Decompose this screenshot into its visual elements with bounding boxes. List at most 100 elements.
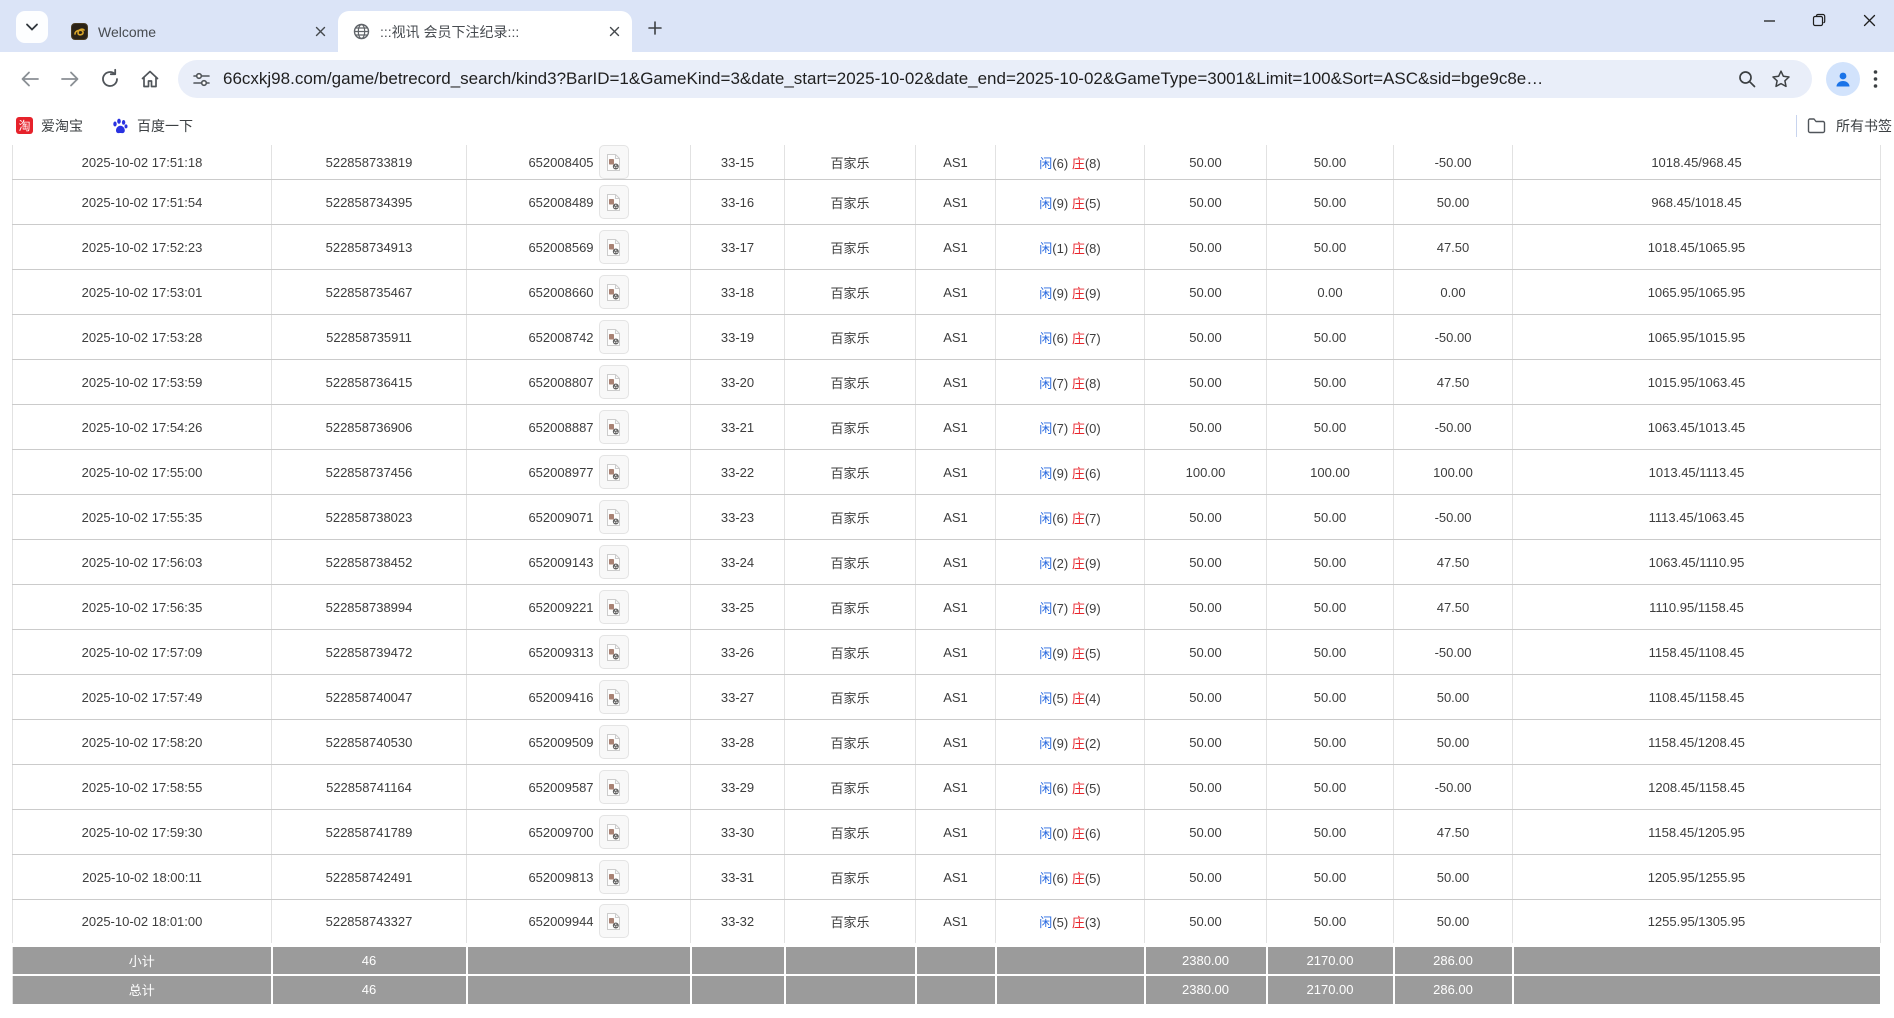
replay-video-button[interactable] — [598, 455, 629, 489]
cell-balance: 1158.45/1108.45 — [1512, 629, 1881, 675]
replay-video-button[interactable] — [598, 860, 629, 894]
cell-valid-amount: 50.00 — [1266, 719, 1394, 765]
cell-account: AS1 — [915, 719, 996, 765]
round-number: 652009944 — [528, 913, 594, 929]
cell-valid-amount: 50.00 — [1266, 179, 1394, 225]
cell-bet-amount[interactable]: 50.00 — [1144, 764, 1267, 810]
replay-video-button[interactable] — [598, 725, 629, 759]
banker-label: 庄 — [1071, 195, 1085, 211]
back-button[interactable] — [10, 59, 50, 99]
banker-points: (8) — [1084, 240, 1101, 256]
cell-account: AS1 — [915, 145, 996, 180]
address-bar[interactable]: 66cxkj98.com/game/betrecord_search/kind3… — [178, 60, 1812, 98]
cell-bet-amount[interactable]: 50.00 — [1144, 404, 1267, 450]
summary-valid-total: 2170.00 — [1265, 973, 1395, 1006]
cell-bet-amount[interactable]: 50.00 — [1144, 584, 1267, 630]
replay-video-button[interactable] — [598, 770, 629, 804]
replay-video-button[interactable] — [598, 230, 629, 264]
bookmark-aitaobao[interactable]: 淘 爱淘宝 — [16, 116, 83, 136]
bookmark-baidu[interactable]: 百度一下 — [111, 116, 193, 136]
replay-video-button[interactable] — [598, 545, 629, 579]
profile-avatar[interactable] — [1826, 62, 1860, 96]
cell-bet-id: 522858741164 — [271, 764, 467, 810]
cell-table-no: 33-25 — [690, 584, 785, 630]
chevron-down-icon — [26, 23, 38, 31]
cell-time: 2025-10-02 17:58:20 — [12, 719, 272, 765]
zoom-page-button[interactable] — [1730, 62, 1764, 96]
url-text[interactable]: 66cxkj98.com/game/betrecord_search/kind3… — [223, 69, 1730, 89]
banker-points: (9) — [1084, 555, 1101, 571]
bookmark-star-button[interactable] — [1764, 62, 1798, 96]
cell-bet-amount[interactable]: 50.00 — [1144, 494, 1267, 540]
cell-bet-amount[interactable]: 50.00 — [1144, 224, 1267, 270]
replay-video-button[interactable] — [598, 185, 629, 219]
cell-bet-amount[interactable]: 50.00 — [1144, 539, 1267, 585]
tab-bet-records[interactable]: :::视讯 会员下注纪录::: — [338, 11, 632, 52]
forward-button[interactable] — [50, 59, 90, 99]
cell-bet-amount[interactable]: 50.00 — [1144, 179, 1267, 225]
close-window-button[interactable] — [1844, 0, 1894, 40]
replay-video-button[interactable] — [598, 904, 629, 939]
cell-bet-amount[interactable]: 50.00 — [1144, 269, 1267, 315]
round-number: 652008569 — [528, 239, 594, 255]
replay-video-button[interactable] — [598, 680, 629, 714]
player-points: (7) — [1052, 375, 1069, 391]
cell-account: AS1 — [915, 314, 996, 360]
cell-game: 百家乐 — [784, 494, 916, 540]
plus-icon — [648, 21, 662, 35]
cell-bet-amount[interactable]: 50.00 — [1144, 145, 1267, 180]
cell-table-no: 33-27 — [690, 674, 785, 720]
cell-table-no: 33-29 — [690, 764, 785, 810]
replay-video-button[interactable] — [598, 275, 629, 309]
player-points: (9) — [1052, 285, 1069, 301]
round-number: 652008807 — [528, 374, 594, 390]
cell-bet-amount[interactable]: 50.00 — [1144, 899, 1267, 945]
replay-video-button[interactable] — [598, 635, 629, 669]
summary-row: 小计 46 2380.00 2170.00 286.00 — [12, 942, 1882, 976]
replay-video-button[interactable] — [598, 815, 629, 849]
round-number: 652008405 — [528, 154, 594, 170]
reload-button[interactable] — [90, 59, 130, 99]
cell-round: 652008887 — [466, 404, 691, 450]
film-icon — [607, 463, 621, 481]
cell-bet-amount[interactable]: 50.00 — [1144, 719, 1267, 765]
cell-bet-amount[interactable]: 100.00 — [1144, 449, 1267, 495]
summary-bet-total: 2380.00 — [1143, 973, 1268, 1006]
tab-search-button[interactable] — [16, 11, 48, 43]
table-row: 2025-10-02 17:58:20 522858740530 6520095… — [12, 719, 1881, 765]
tab-close-icon[interactable] — [604, 22, 624, 42]
cell-bet-id: 522858735467 — [271, 269, 467, 315]
player-label: 闲 — [1039, 420, 1053, 436]
tab-welcome[interactable]: Welcome — [56, 11, 338, 52]
star-icon — [1772, 70, 1790, 88]
site-settings-icon[interactable] — [192, 70, 211, 89]
replay-video-button[interactable] — [598, 500, 629, 534]
restore-button[interactable] — [1794, 0, 1844, 40]
cell-round: 652008569 — [466, 224, 691, 270]
home-button[interactable] — [130, 59, 170, 99]
tab-close-icon[interactable] — [310, 22, 330, 42]
cell-game: 百家乐 — [784, 899, 916, 945]
banker-points: (9) — [1084, 285, 1101, 301]
cell-bet-amount[interactable]: 50.00 — [1144, 629, 1267, 675]
minimize-button[interactable] — [1744, 0, 1794, 40]
replay-video-button[interactable] — [598, 145, 629, 179]
replay-video-button[interactable] — [598, 320, 629, 354]
cell-bet-amount[interactable]: 50.00 — [1144, 314, 1267, 360]
replay-video-button[interactable] — [598, 365, 629, 399]
cell-valid-amount: 50.00 — [1266, 674, 1394, 720]
cell-bet-amount[interactable]: 50.00 — [1144, 359, 1267, 405]
replay-video-button[interactable] — [598, 410, 629, 444]
cell-bet-amount[interactable]: 50.00 — [1144, 674, 1267, 720]
summary-empty — [994, 942, 1146, 976]
all-bookmarks[interactable]: 所有书签 — [1796, 114, 1892, 137]
cell-bet-amount[interactable]: 50.00 — [1144, 809, 1267, 855]
replay-video-button[interactable] — [598, 590, 629, 624]
round-number: 652009143 — [528, 554, 594, 570]
browser-menu-button[interactable] — [1866, 62, 1884, 96]
new-tab-button[interactable] — [638, 11, 672, 45]
cell-result: 闲(6) 庄(5) — [995, 854, 1145, 900]
cell-bet-amount[interactable]: 50.00 — [1144, 854, 1267, 900]
player-points: (6) — [1052, 330, 1069, 346]
summary-empty — [1511, 942, 1882, 976]
